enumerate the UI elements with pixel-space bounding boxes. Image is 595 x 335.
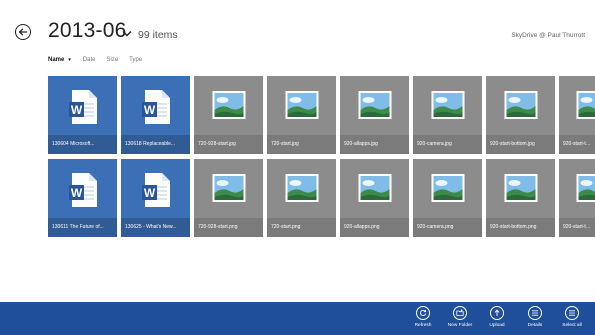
details-icon	[528, 306, 542, 320]
sort-bar: Name ▼ Date Size Type	[48, 57, 153, 63]
file-name: 720-928-start.jpg	[194, 135, 263, 154]
file-name: 920-start-bottom.png	[486, 218, 555, 237]
file-tile[interactable]: W 130611 The Future of...	[48, 159, 117, 237]
file-tile[interactable]: 920-start-to...	[559, 76, 595, 154]
file-name: 920-start-bottom.jpg	[486, 135, 555, 154]
details-button[interactable]: Details	[516, 306, 554, 328]
file-name: 130625 - What's New...	[121, 218, 190, 237]
file-tile[interactable]: 720-928-start.png	[194, 159, 263, 237]
upload-button[interactable]: Upload	[478, 306, 516, 328]
account-label[interactable]: SkyDrive @ Paul Thurrott	[511, 32, 585, 39]
app-bar: Refresh New Folder Upload Details Select…	[0, 302, 595, 335]
refresh-label: Refresh	[414, 323, 432, 328]
svg-text:W: W	[70, 186, 82, 200]
file-name: 130611 The Future of...	[48, 218, 117, 237]
folder-title[interactable]: 2013-06	[48, 19, 126, 43]
new-folder-button[interactable]: New Folder	[441, 306, 479, 328]
file-name: 130618 Replaceable...	[121, 135, 190, 154]
image-file-icon	[358, 174, 391, 202]
image-file-icon	[212, 174, 245, 202]
file-name: 720-start.png	[267, 218, 336, 237]
image-file-icon	[576, 91, 595, 119]
file-tile[interactable]: 720-start.jpg	[267, 76, 336, 154]
file-name: 130604 Microsoft...	[48, 135, 117, 154]
new-folder-label: New Folder	[447, 323, 473, 328]
sort-caret-icon: ▼	[67, 57, 72, 62]
file-tile[interactable]: 920-camera.png	[413, 159, 482, 237]
refresh-icon	[416, 306, 430, 320]
file-tile[interactable]: 920-start-bottom.png	[486, 159, 555, 237]
word-document-icon: W	[68, 90, 97, 124]
image-file-icon	[285, 91, 318, 119]
svg-text:W: W	[70, 103, 82, 117]
image-file-icon	[358, 91, 391, 119]
file-tile[interactable]: 720-928-start.jpg	[194, 76, 263, 154]
select-all-icon	[565, 306, 579, 320]
word-document-icon: W	[141, 173, 170, 207]
word-document-icon: W	[68, 173, 97, 207]
file-tile[interactable]: 920-allapps.jpg	[340, 76, 409, 154]
details-label: Details	[527, 323, 543, 328]
svg-text:W: W	[143, 186, 155, 200]
image-file-icon	[576, 174, 595, 202]
image-file-icon	[504, 174, 537, 202]
file-name: 920-camera.jpg	[413, 135, 482, 154]
file-tile[interactable]: 720-start.png	[267, 159, 336, 237]
select-all-button[interactable]: Select all	[553, 306, 591, 328]
svg-text:W: W	[143, 103, 155, 117]
file-tile[interactable]: 920-start-to...	[559, 159, 595, 237]
file-name: 920-start-to...	[559, 135, 595, 154]
image-file-icon	[431, 91, 464, 119]
file-name: 720-start.jpg	[267, 135, 336, 154]
sort-by-type[interactable]: Type	[129, 57, 142, 63]
word-document-icon: W	[141, 90, 170, 124]
file-tile[interactable]: W 130625 - What's New...	[121, 159, 190, 237]
upload-label: Upload	[489, 323, 505, 328]
refresh-button[interactable]: Refresh	[404, 306, 442, 328]
file-name: 920-camera.png	[413, 218, 482, 237]
file-tile[interactable]: W 130618 Replaceable...	[121, 76, 190, 154]
back-button[interactable]	[15, 24, 31, 40]
sort-by-name[interactable]: Name ▼	[48, 57, 72, 63]
file-tile[interactable]: W 130604 Microsoft...	[48, 76, 117, 154]
sort-by-date[interactable]: Date	[83, 57, 96, 63]
item-count: 99 items	[138, 29, 178, 41]
file-tile[interactable]: 920-camera.jpg	[413, 76, 482, 154]
image-file-icon	[285, 174, 318, 202]
file-tile[interactable]: 920-allapps.png	[340, 159, 409, 237]
new-folder-icon	[453, 306, 467, 320]
select-all-label: Select all	[562, 323, 582, 328]
file-name: 720-928-start.png	[194, 218, 263, 237]
image-file-icon	[431, 174, 464, 202]
image-file-icon	[212, 91, 245, 119]
file-name: 920-allapps.png	[340, 218, 409, 237]
file-tile[interactable]: 920-start-bottom.jpg	[486, 76, 555, 154]
upload-icon	[490, 306, 504, 320]
back-arrow-icon	[18, 28, 28, 36]
chevron-down-icon[interactable]	[122, 30, 132, 37]
sort-by-size[interactable]: Size	[107, 57, 119, 63]
file-name: 920-start-to...	[559, 218, 595, 237]
image-file-icon	[504, 91, 537, 119]
file-name: 920-allapps.jpg	[340, 135, 409, 154]
